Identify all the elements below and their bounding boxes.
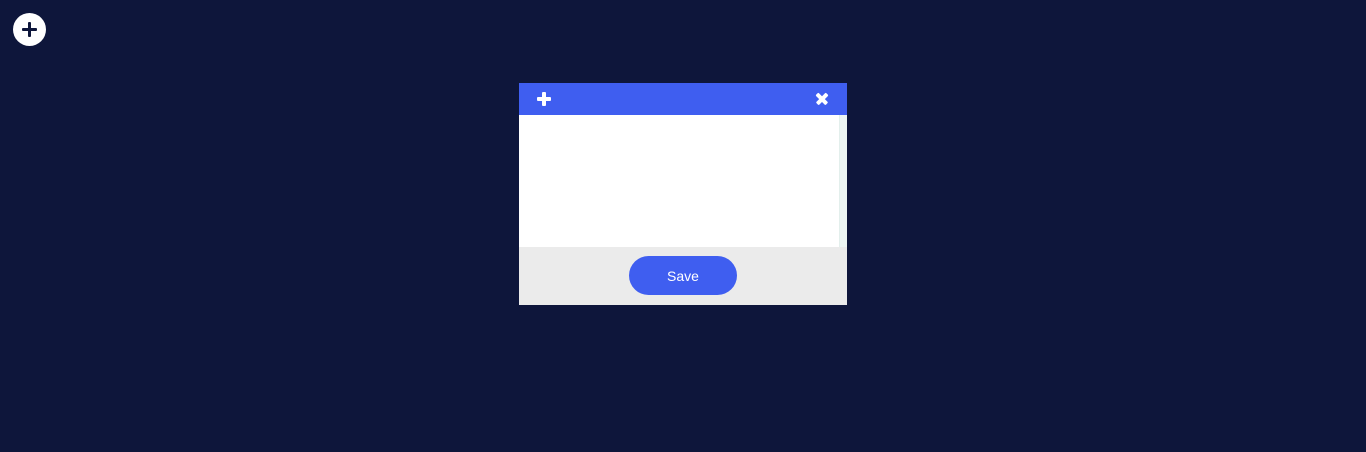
plus-icon-stroke [542,92,546,106]
add-floating-button[interactable] [13,13,46,46]
note-text-area[interactable] [519,115,839,247]
modal-body [519,115,847,247]
editor-modal: Save [519,83,847,305]
modal-header [519,83,847,115]
vertical-scrollbar[interactable] [839,115,847,247]
modal-footer: Save [519,247,847,305]
close-button[interactable] [814,91,830,107]
plus-icon-stroke [28,22,31,37]
header-add-button[interactable] [536,91,552,107]
save-button[interactable]: Save [629,256,737,295]
